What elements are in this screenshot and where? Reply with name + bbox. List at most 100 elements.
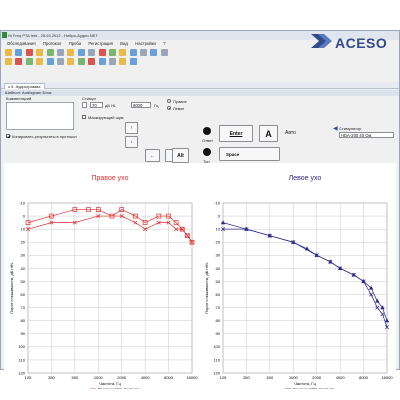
enter-button[interactable]: Enter [219,125,253,142]
masking-checkbox[interactable] [82,115,86,119]
y-tick-label: 0 [218,213,221,218]
y-tick-label: 50 [21,279,26,284]
record-icon[interactable] [98,49,106,56]
x-marker [185,233,190,238]
left-ear-radio[interactable] [167,106,171,110]
x-tick-label: 2000 [117,375,127,380]
y-tick-label: 40 [21,266,26,271]
y-tick-label: 10 [21,227,26,232]
settings-icon[interactable] [88,49,96,56]
triangle-marker [220,220,226,225]
folder-open-icon[interactable] [5,58,12,65]
start-icon[interactable] [25,58,33,65]
menu-item-view[interactable]: Вид [120,41,128,46]
stimulator-label: Стимулятор [339,126,362,131]
plot-frame-left [222,202,388,374]
chart-icon[interactable] [129,49,137,56]
list-icon[interactable] [140,49,148,56]
x-tick-label: 500 [72,375,79,380]
comment-label: Комментарий [6,96,32,101]
copy-results-checkbox[interactable] [6,134,10,138]
x-tick-label: 500 [267,375,274,380]
note-icon[interactable] [119,58,127,65]
star-icon[interactable] [119,49,127,56]
freq-left-button[interactable]: ← [145,149,160,162]
zoom-icon[interactable] [56,58,64,65]
legend-label-air: Воздушная [98,386,119,389]
y-tick-label: 20 [216,240,221,245]
stop-icon[interactable] [15,58,23,65]
save-icon[interactable] [15,49,23,56]
toolbar-secondary [4,57,304,66]
y-tick-label: 30 [21,253,26,258]
frequency-field[interactable]: 6000 [131,102,151,108]
logo-text: ACESO [335,35,388,51]
y-tick-label: -10 [19,200,26,205]
play-icon[interactable] [108,49,116,56]
menu-item-help[interactable]: ? [163,41,165,46]
window-icon[interactable] [150,49,158,56]
open-icon[interactable] [36,49,44,56]
edit-icon[interactable] [67,49,75,56]
print-icon[interactable] [56,49,64,56]
alt-button[interactable]: Alt [172,148,189,163]
chart-title-right: Правое ухо [91,175,128,182]
export-icon[interactable] [98,58,106,65]
db-level-field[interactable]: 70 [90,102,103,108]
y-tick-label: 90 [216,331,221,336]
y-tick-label: 110 [214,357,221,362]
add-icon[interactable] [46,49,54,56]
x-axis-label: Частота, Гц [99,381,121,386]
menu-item-registration[interactable]: Регистрация [88,41,112,46]
comment-field[interactable] [6,102,74,130]
auto-a-button[interactable]: A [259,125,278,142]
stimulus-label: Стимул [82,96,96,101]
tools-icon[interactable] [108,58,116,65]
x-tick-label: 4000 [141,375,151,380]
copy-results-label: Копировать результаты в протокол [12,133,77,139]
x-marker [133,220,138,225]
delete-icon[interactable] [25,49,33,56]
menu-item-protocol[interactable]: Протокол [43,41,61,46]
legend-label-bone: Костная [124,386,139,389]
chart-title-left: Левое ухо [289,175,322,182]
filter-icon[interactable] [46,58,54,65]
auto-label: Авто [285,130,296,136]
monitor-icon[interactable] [77,49,85,56]
check-icon[interactable] [77,58,85,65]
masking-label: Маскирующий шум [88,114,124,120]
space-button[interactable]: Space [219,147,280,161]
y-tick-label: 100 [18,344,25,349]
audiogram-charts: Правое ухо125 250 500 1000 2000 4000 8000 16000… [9,175,393,391]
menu-item-settings[interactable]: Настройки [135,41,156,46]
grid-icon[interactable] [160,49,168,56]
menu-item-test[interactable]: Проба [69,41,81,46]
document-icon[interactable] [36,58,44,65]
x-tick-label: 125 [25,375,32,380]
y-tick-label: 60 [216,292,221,297]
x-tick-label: 16000 [186,375,198,380]
x-axis-label: Частота, Гц [294,381,316,386]
folder-icon[interactable] [5,49,12,56]
help-icon[interactable] [129,58,137,65]
menu-item-examinations[interactable]: Обследования [7,41,36,46]
aceso-logo-mark [311,34,332,48]
level-down-button[interactable]: ↓ [125,136,138,148]
menu-bar: Обследования Протокол Проба Регистрация … [1,40,301,48]
y-axis-label: Порог слышимости, дБ nHL [9,262,14,314]
stimulator-select[interactable]: HDA-200 40 Ом [339,132,394,138]
y-tick-label: 120 [213,370,220,375]
tab-audiogram[interactable]: x 5. Аудиограмма [4,83,45,89]
triangle-marker [375,298,380,303]
report-icon[interactable] [67,58,75,65]
x-tick-label: 4000 [336,375,346,380]
x-tick-label: 16000 [381,375,393,380]
right-ear-radio[interactable] [167,99,171,103]
y-tick-label: 0 [23,213,26,218]
alert-icon[interactable] [88,58,96,65]
level-up-button[interactable]: ↑ [125,122,138,134]
tab-label: 5. Аудиограмма [11,84,41,89]
tab-close-icon[interactable]: x [8,84,10,89]
control-panel: Комментарий Копировать результаты в прот… [4,96,396,164]
x-tick-label: 8000 [359,375,369,380]
